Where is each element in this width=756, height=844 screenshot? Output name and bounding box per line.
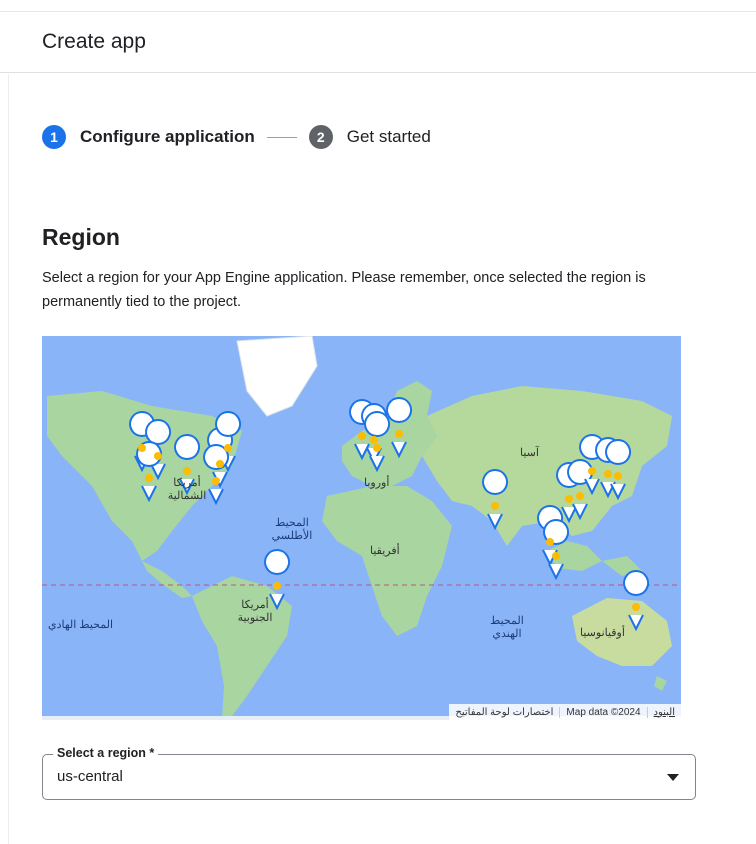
keyboard-shortcuts-link[interactable]: اختصارات لوحة المفاتيح	[449, 707, 559, 718]
map-data-text: Map data ©2024	[559, 706, 646, 718]
label-africa: أفريقيا	[370, 545, 400, 557]
step-separator	[266, 136, 297, 138]
nav-divider	[8, 74, 9, 844]
label-south-america: أمريكا الجنوبية	[237, 599, 273, 624]
step-2-number: 2	[308, 125, 333, 149]
stepper: 1 Configure application 2 Get started	[42, 124, 431, 150]
terms-link[interactable]: البنود	[646, 706, 681, 718]
label-asia: آسيا	[520, 447, 539, 459]
dropdown-arrow-icon	[667, 774, 679, 781]
region-select-value: us-central	[57, 768, 123, 785]
label-atlantic: المحيط الأطلسي	[271, 517, 313, 542]
region-map[interactable]: أمريكا الشمالية المحيط الأطلسي أوروبا آس…	[42, 336, 681, 720]
step-2-label: Get started	[346, 127, 431, 146]
region-select[interactable]: Select a region * us-central	[42, 746, 696, 800]
label-europe: أوروبا	[364, 477, 390, 489]
region-heading: Region	[42, 224, 120, 250]
label-north-america: أمريكا الشمالية	[167, 477, 207, 502]
step-1-label: Configure application	[80, 127, 255, 146]
region-description: Select a region for your App Engine appl…	[42, 270, 646, 310]
step-1-number: 1	[42, 125, 66, 149]
page-header: Create app	[0, 11, 756, 73]
label-pacific: المحيط الهادي	[48, 619, 114, 631]
label-oceania: أوقيانوسيا	[580, 627, 625, 639]
map-attribution: اختصارات لوحة المفاتيح Map data ©2024 ال…	[449, 704, 681, 720]
world-map-land	[42, 336, 681, 720]
page-title: Create app	[42, 30, 146, 53]
central-america-shape	[142, 561, 192, 598]
label-indian: المحيط الهندي	[490, 615, 524, 640]
africa-shape	[322, 486, 452, 636]
region-select-label: Select a region *	[53, 746, 159, 760]
greenland-shape	[236, 336, 318, 417]
